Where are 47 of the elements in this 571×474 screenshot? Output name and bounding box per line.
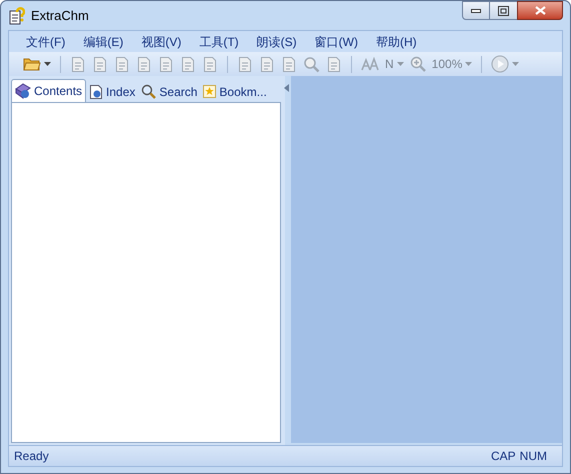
- menu-item[interactable]: 工具(T): [192, 32, 246, 50]
- menu-item[interactable]: 编辑(E): [76, 32, 130, 50]
- panel-tab[interactable]: Bookm...: [200, 81, 270, 102]
- page-icon: [281, 56, 297, 72]
- play-icon: [491, 55, 510, 73]
- close-icon: [534, 6, 546, 15]
- dropdown-caret-icon: [512, 62, 520, 66]
- window-title: ExtraChm: [31, 6, 89, 25]
- page-icon: [136, 56, 152, 72]
- zoom-in-icon: [410, 56, 426, 72]
- menu-item[interactable]: 视图(V): [134, 32, 188, 50]
- page-icon: [158, 56, 174, 72]
- status-text: Ready: [14, 448, 49, 465]
- page-icon: [237, 56, 253, 72]
- minimize-button[interactable]: [462, 1, 490, 20]
- collapse-arrow-icon[interactable]: [284, 84, 289, 92]
- search-icon: [141, 84, 156, 99]
- font-size-icon: [361, 57, 379, 71]
- page-icon: [180, 56, 196, 72]
- page-icon: [259, 56, 275, 72]
- dropdown-caret-icon: [396, 62, 404, 66]
- page-icon: [89, 84, 104, 100]
- panel-tab[interactable]: Search: [138, 81, 200, 102]
- search-icon: [303, 56, 320, 72]
- dropdown-caret-icon: [44, 62, 51, 66]
- restore-icon: [498, 6, 509, 16]
- close-button[interactable]: [517, 1, 563, 20]
- minimize-icon: [471, 8, 481, 12]
- page-icon: [92, 56, 108, 72]
- folder-icon: [23, 56, 41, 72]
- page-icon: [114, 56, 130, 72]
- restore-button[interactable]: [490, 1, 517, 20]
- book-icon: [15, 83, 31, 99]
- page-icon: [70, 56, 86, 72]
- page-icon: [326, 56, 342, 72]
- menu-item[interactable]: 帮助(H): [368, 32, 424, 50]
- panel-tab[interactable]: Contents: [11, 79, 86, 102]
- menu-item[interactable]: 窗口(W): [308, 32, 365, 50]
- panel-tab[interactable]: Index: [86, 81, 138, 102]
- status-indicator: NUM: [520, 448, 547, 465]
- page-icon: [202, 56, 218, 72]
- app-icon: [9, 6, 25, 24]
- star-icon: [203, 85, 216, 98]
- status-indicator: CAP: [490, 448, 516, 465]
- dropdown-caret-icon: [465, 62, 472, 66]
- menu-item[interactable]: 文件(F): [19, 32, 72, 50]
- menu-item[interactable]: 朗读(S): [250, 32, 304, 50]
